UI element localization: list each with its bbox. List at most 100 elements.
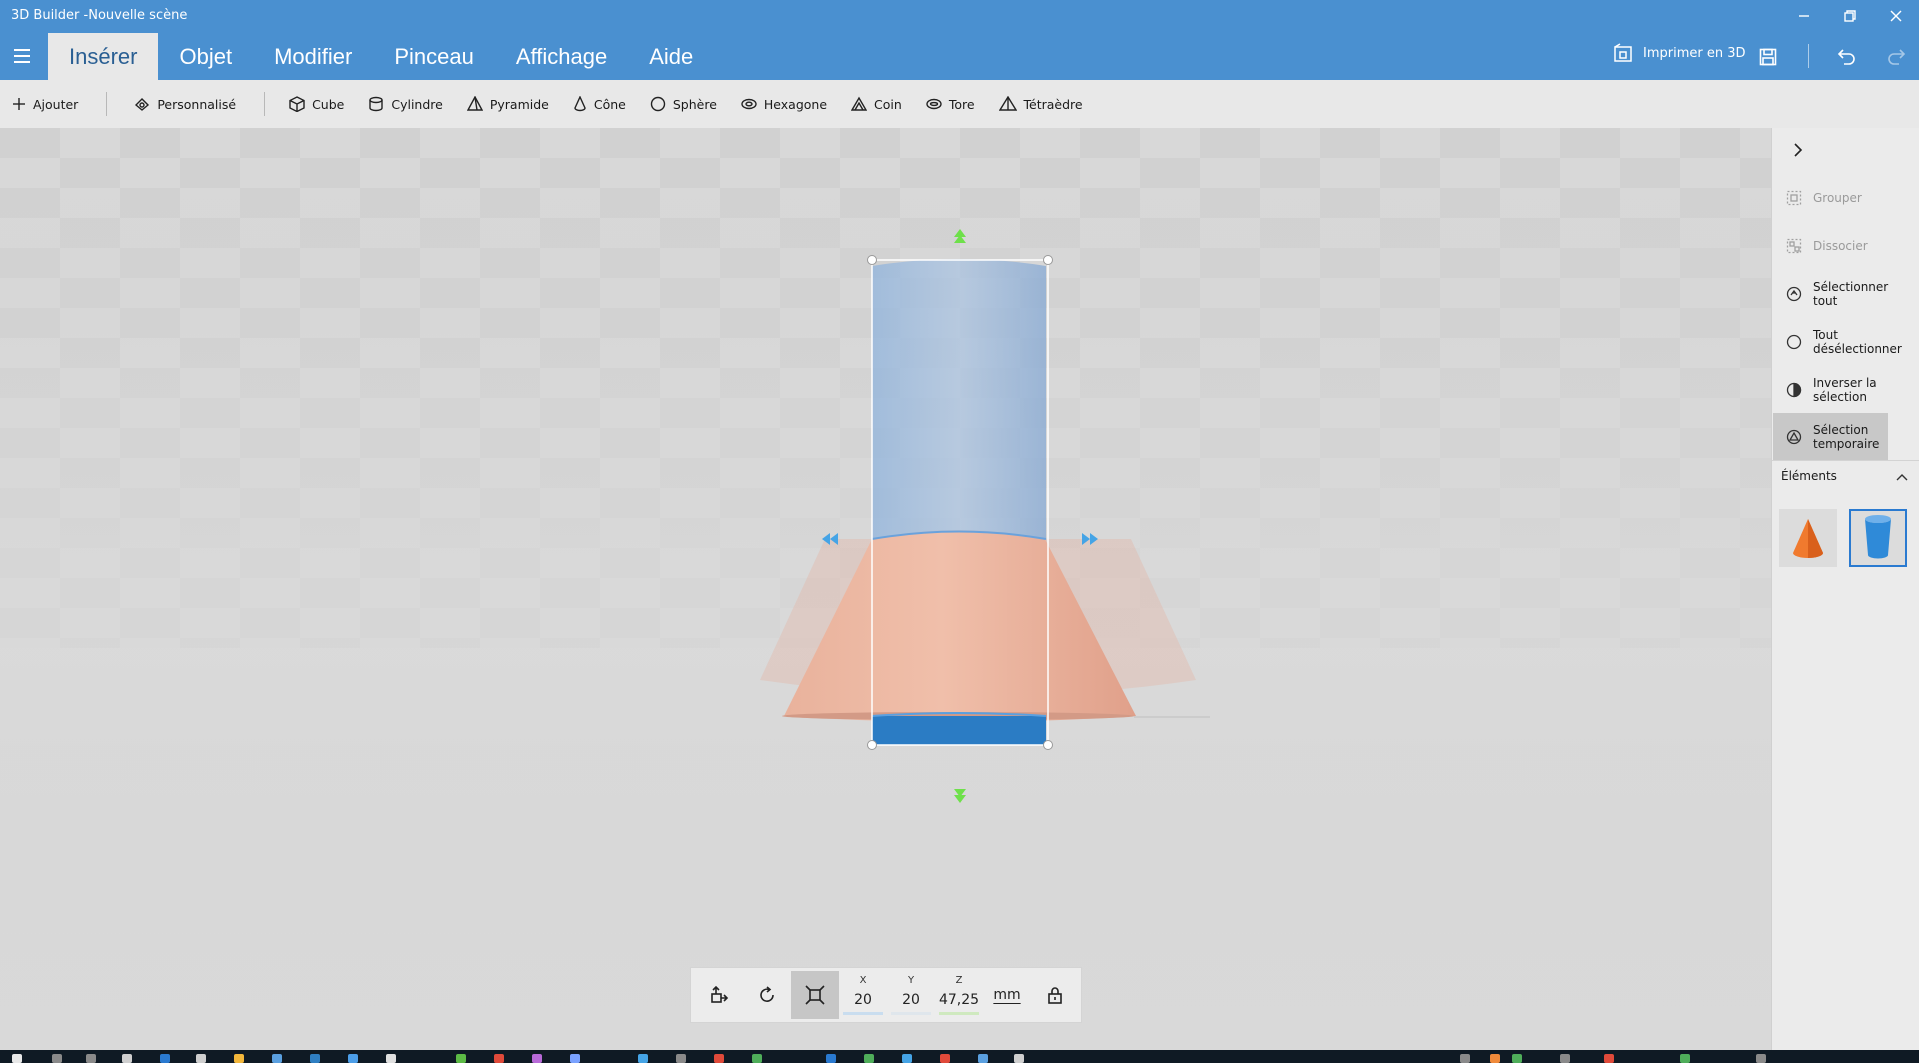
shape-wedge-button[interactable]: Coin [851,88,902,120]
invert-selection-label: Inverser la sélection [1813,376,1877,404]
restore-icon[interactable] [1827,4,1873,28]
shape-label: Coin [874,96,902,112]
elements-collapse-chevron-icon[interactable] [1895,467,1909,486]
size-y-label: Y [907,975,915,986]
selection-panel: Grouper Dissocier Sélectionner tout Tout… [1771,128,1919,1050]
scene-canvas[interactable] [0,128,1771,1050]
taskbar-app-icon[interactable] [902,1054,912,1063]
tray-icon[interactable] [1512,1054,1522,1063]
rotate-tool-icon[interactable] [743,971,791,1019]
cone-thumbnail-icon [1793,519,1823,558]
tray-icon[interactable] [1460,1054,1470,1063]
taskbar-app-icon[interactable] [234,1054,244,1063]
shape-torus-button[interactable]: Tore [926,88,975,120]
size-y-field[interactable]: Y 20 [887,971,935,1019]
shape-label: Cube [312,96,345,112]
taskbar-app-icon[interactable] [532,1054,542,1063]
shape-hexagon-button[interactable]: Hexagone [741,88,827,120]
shape-cone-button[interactable]: Cône [573,88,626,120]
3d-viewport[interactable] [0,128,1771,1050]
size-y-value[interactable]: 20 [902,992,920,1008]
taskbar-app-icon[interactable] [122,1054,132,1063]
taskbar-app-icon[interactable] [494,1054,504,1063]
add-button[interactable]: Ajouter [12,88,78,120]
taskbar-app-icon[interactable] [310,1054,320,1063]
save-icon[interactable] [1755,44,1781,70]
taskbar-app-icon[interactable] [456,1054,466,1063]
invert-selection-button[interactable]: Inverser la sélection [1773,368,1888,412]
shape-cube-button[interactable]: Cube [289,88,344,120]
resize-handle-bottom-left[interactable] [867,740,877,750]
temporary-selection-button[interactable]: Sélection temporaire [1773,413,1888,460]
taskbar-active-app-icon[interactable] [638,1054,648,1063]
taskbar-app-icon[interactable] [676,1054,686,1063]
print-3d-button[interactable]: Imprimer en 3D [1613,43,1746,63]
unit-selector[interactable]: mm [983,987,1031,1003]
taskbar-app-icon[interactable] [714,1054,724,1063]
custom-button[interactable]: Personnalisé [134,88,236,120]
undo-icon[interactable] [1834,44,1860,70]
lock-proportions-icon[interactable] [1031,971,1079,1019]
taskbar-app-icon[interactable] [940,1054,950,1063]
task-view-icon[interactable] [86,1054,96,1063]
taskbar-app-icon[interactable] [752,1054,762,1063]
shape-pyramid-button[interactable]: Pyramide [466,88,549,120]
element-thumbnail-cylinder[interactable] [1849,509,1907,567]
taskbar-app-icon[interactable] [978,1054,988,1063]
panel-collapse-chevron-icon[interactable] [1786,138,1810,162]
taskbar-app-icon[interactable] [864,1054,874,1063]
taskbar-app-icon[interactable] [348,1054,358,1063]
toolbar-divider [1808,44,1809,68]
redo-icon[interactable] [1883,44,1909,70]
size-z-value[interactable]: 47,25 [939,992,979,1008]
taskbar-app-icon[interactable] [272,1054,282,1063]
shape-label: Tétraèdre [1023,96,1083,112]
element-thumbnail-cone[interactable] [1779,509,1837,567]
taskbar-app-icon[interactable] [160,1054,170,1063]
os-taskbar [0,1050,1919,1063]
tab-modifier[interactable]: Modifier [253,33,373,80]
tray-icon[interactable] [1680,1054,1690,1063]
tab-objet[interactable]: Objet [158,33,253,80]
tray-icon[interactable] [1756,1054,1766,1063]
select-all-icon [1785,285,1803,303]
tray-icon[interactable] [1604,1054,1614,1063]
tab-inserer[interactable]: Insérer [48,33,159,80]
deselect-all-label: Tout désélectionner [1813,328,1902,356]
close-icon[interactable] [1873,4,1919,28]
insert-ribbon: Ajouter Personnalisé Cube Cylindre Pyram… [0,80,1919,128]
window-title: 3D Builder -Nouvelle scène [11,8,188,23]
tab-affichage[interactable]: Affichage [495,33,628,80]
resize-handle-top-left[interactable] [867,255,877,265]
tray-icon[interactable] [1490,1054,1500,1063]
taskbar-app-icon[interactable] [386,1054,396,1063]
search-icon[interactable] [52,1054,62,1063]
start-icon[interactable] [12,1054,22,1063]
move-tool-icon[interactable] [695,971,743,1019]
taskbar-app-icon[interactable] [1014,1054,1024,1063]
torus-icon [926,98,942,110]
group-button[interactable]: Grouper [1773,182,1888,214]
tab-aide[interactable]: Aide [628,33,714,80]
resize-handle-top-right[interactable] [1043,255,1053,265]
hamburger-menu-icon[interactable] [10,46,34,66]
size-x-value[interactable]: 20 [854,992,872,1008]
invert-selection-icon [1785,381,1803,399]
ungroup-button[interactable]: Dissocier [1773,230,1888,262]
ungroup-icon [1785,237,1803,255]
scale-tool-icon[interactable] [791,971,839,1019]
size-x-field[interactable]: X 20 [839,971,887,1019]
taskbar-app-icon[interactable] [570,1054,580,1063]
size-z-field[interactable]: Z 47,25 [935,971,983,1019]
taskbar-app-icon[interactable] [826,1054,836,1063]
tray-icon[interactable] [1560,1054,1570,1063]
taskbar-app-icon[interactable] [196,1054,206,1063]
shape-sphere-button[interactable]: Sphère [650,88,717,120]
select-all-button[interactable]: Sélectionner tout [1773,278,1888,310]
minimize-icon[interactable] [1781,4,1827,28]
shape-cylinder-button[interactable]: Cylindre [368,88,443,120]
deselect-all-button[interactable]: Tout désélectionner [1773,320,1902,364]
resize-handle-bottom-right[interactable] [1043,740,1053,750]
shape-tetrahedron-button[interactable]: Tétraèdre [998,88,1083,120]
tab-pinceau[interactable]: Pinceau [373,33,495,80]
